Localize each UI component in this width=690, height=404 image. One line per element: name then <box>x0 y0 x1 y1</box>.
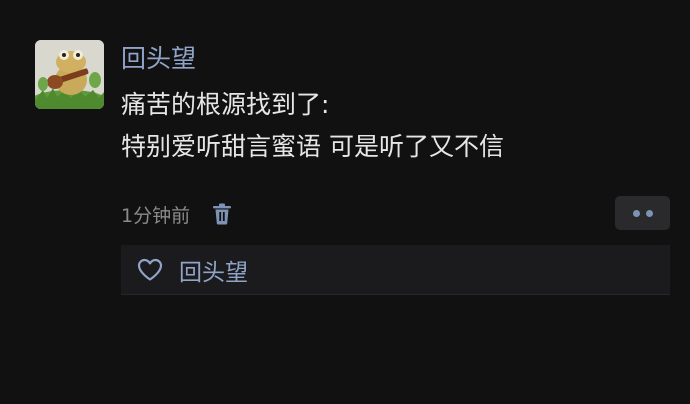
avatar[interactable] <box>35 40 104 109</box>
post-text-line: 特别爱听甜言蜜语 可是听了又不信 <box>121 132 504 161</box>
post-text-line: 痛苦的根源找到了: <box>121 90 330 119</box>
more-dots-icon <box>632 209 640 217</box>
frog-with-guitar-avatar <box>35 40 104 109</box>
heart-outline-icon <box>137 257 165 283</box>
liker-name[interactable]: 回头望 <box>179 253 248 287</box>
more-options-button[interactable] <box>615 196 670 230</box>
delete-button[interactable] <box>210 200 234 228</box>
post-content: 痛苦的根源找到了: 特别爱听甜言蜜语 可是听了又不信 <box>121 84 504 168</box>
post-author-name[interactable]: 回头望 <box>121 41 196 77</box>
trash-icon <box>213 203 232 225</box>
likes-panel: 回头望 <box>121 245 670 295</box>
post-meta: 1分钟前 <box>121 198 234 230</box>
post-timestamp: 1分钟前 <box>121 204 191 227</box>
more-dots-icon <box>645 209 653 217</box>
